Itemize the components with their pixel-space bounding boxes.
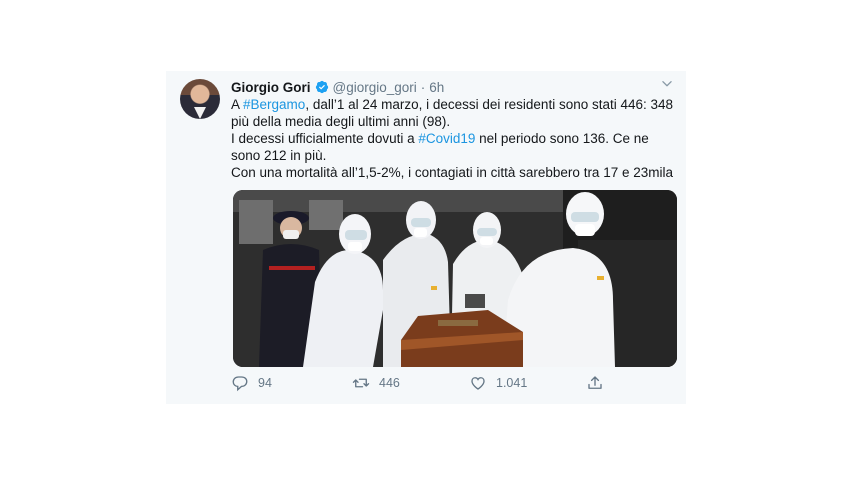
tweet-line: I decessi ufficialmente dovuti a #Covid1… (231, 131, 649, 163)
tweet-photo[interactable] (233, 190, 677, 367)
verified-badge-icon (315, 80, 328, 94)
tweet-card[interactable]: Giorgio Gori @giorgio_gori · 6h A #Berga… (166, 71, 686, 404)
avatar[interactable] (180, 79, 220, 119)
author-handle[interactable]: @giorgio_gori (333, 80, 417, 95)
tweet-text: A #Bergamo, dall’1 al 24 marzo, i decess… (231, 96, 679, 181)
share-button[interactable] (586, 374, 613, 392)
separator-dot: · (420, 79, 426, 95)
like-count: 1.041 (496, 376, 528, 390)
like-button[interactable]: 1.041 (469, 374, 527, 392)
retweet-icon (352, 378, 370, 388)
retweet-button[interactable]: 446 (352, 374, 400, 392)
share-icon (588, 376, 602, 389)
hashtag-link[interactable]: #Bergamo (243, 97, 305, 112)
reply-count: 94 (258, 376, 272, 390)
tweet-actions: 94 446 1.041 (231, 374, 671, 394)
tweet-timestamp[interactable]: 6h (429, 80, 444, 95)
tweet-line: Con una mortalità all’1,5-2%, i contagia… (231, 165, 673, 180)
tweet-line: A #Bergamo, dall’1 al 24 marzo, i decess… (231, 97, 674, 129)
reply-button[interactable]: 94 (231, 374, 272, 392)
chevron-down-icon[interactable] (660, 77, 674, 91)
retweet-count: 446 (379, 376, 400, 390)
hashtag-link[interactable]: #Covid19 (418, 131, 475, 146)
tweet-header: Giorgio Gori @giorgio_gori · 6h (231, 78, 444, 96)
photo-illustration (233, 190, 677, 367)
like-icon (471, 377, 485, 390)
reply-icon (232, 376, 248, 392)
author-name[interactable]: Giorgio Gori (231, 80, 311, 95)
